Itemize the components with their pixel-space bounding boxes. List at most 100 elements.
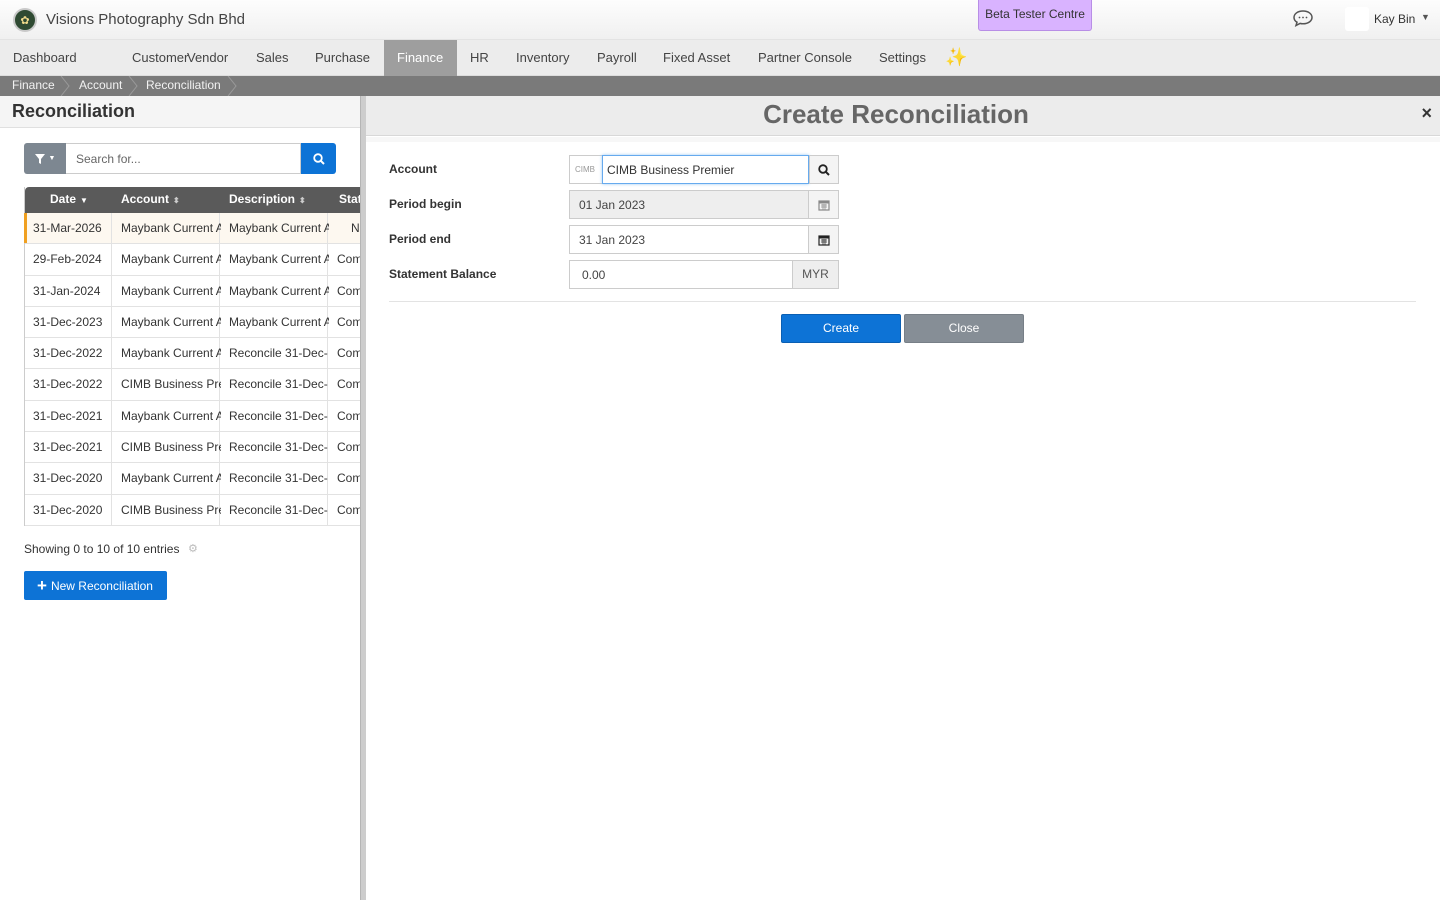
company-logo-icon[interactable]: ✿ [13,8,37,32]
dialog-title: Create Reconciliation [763,99,1029,129]
search-button[interactable] [301,143,336,174]
entries-count: Showing 0 to 10 of 10 entries [24,542,180,556]
create-reconciliation-dialog: Create Reconciliation × Account CIMB Per… [366,96,1440,900]
column-header-description[interactable]: Description ⬍ [229,187,306,213]
cell-description: Reconcile 31-Dec- [229,408,328,423]
close-icon[interactable]: × [1421,103,1432,124]
cell-description: Maybank Current A [229,221,329,235]
sort-desc-icon: ▼ [80,196,88,205]
calendar-icon [817,234,830,246]
gear-icon[interactable]: ⚙ [188,544,198,555]
cell-date: 31-Jan-2024 [33,283,101,298]
new-reconciliation-button[interactable]: + New Reconciliation [24,571,167,600]
cell-account: Maybank Current A [121,346,221,361]
statement-balance-input[interactable] [569,260,793,289]
period-begin-label: Period begin [389,197,462,211]
nav-item-inventory[interactable]: Inventory [503,40,582,76]
nav-item-settings[interactable]: Settings [866,40,939,76]
chevron-down-icon[interactable]: ▼ [1421,12,1430,22]
account-prefix: CIMB [569,155,602,184]
statement-balance-label: Statement Balance [389,267,497,281]
table-row[interactable]: 31-Dec-2022 Maybank Current A Reconcile 31… [25,338,360,370]
table-row[interactable]: 29-Feb-2024 Maybank Current A Maybank Curr… [25,244,360,276]
breadcrumb-account[interactable]: Account [79,76,122,96]
period-end-input[interactable] [569,225,809,254]
breadcrumb-finance[interactable]: Finance [12,76,55,96]
cell-account: Maybank Current A [121,252,221,267]
search-input[interactable] [66,143,301,174]
currency-addon: MYR [793,260,839,289]
breadcrumb-separator-icon [60,76,70,96]
nav-item-hr[interactable]: HR [457,40,502,76]
sort-icon: ⬍ [299,196,306,205]
nav-item-partner-console[interactable]: Partner Console [745,40,865,76]
column-header-account[interactable]: Account ⬍ [121,187,180,213]
nav-item-dashboard[interactable]: Dashboard [0,40,90,76]
nav-item-finance[interactable]: Finance [384,40,457,76]
cell-date: 31-Dec-2022 [33,377,103,392]
form-divider [389,301,1416,302]
cell-account: Maybank Current A [121,314,221,329]
cell-status[interactable]: Com [337,276,360,307]
search-icon [312,152,325,165]
cell-status[interactable]: Com [337,369,360,400]
table-row[interactable]: 31-Dec-2021 Maybank Current A Reconcile 31… [25,400,360,433]
cell-description: Maybank Current A [229,314,329,329]
calendar-icon [817,199,830,211]
nav-item-fixed-asset[interactable]: Fixed Asset [650,40,743,76]
table-row[interactable]: 31-Dec-2023 Maybank Current A Maybank Curr… [25,306,360,339]
cell-description: Reconcile 31-Dec- [229,502,328,517]
nav-item-purchase[interactable]: Purchase [302,40,383,76]
account-input[interactable] [602,155,809,184]
search-icon [818,163,830,176]
cell-status[interactable]: Com [337,495,360,526]
account-search-button[interactable] [809,155,839,184]
cell-status[interactable]: Com [337,432,360,463]
period-begin-input [569,190,809,219]
breadcrumb-reconciliation[interactable]: Reconciliation [146,76,221,96]
cell-date: 31-Dec-2023 [33,314,103,329]
chat-icon[interactable] [1292,9,1314,27]
table-row[interactable]: 31-Dec-2020 Maybank Current A Reconcile 31… [25,463,360,495]
cell-date: 31-Dec-2021 [33,408,103,423]
table-row[interactable]: 31-Jan-2024 Maybank Current A Maybank Curr… [25,275,360,307]
beta-tester-centre-button[interactable]: Beta Tester Centre [978,0,1092,31]
column-header-date[interactable]: Date ▼ [50,187,88,213]
user-avatar[interactable] [1345,7,1369,31]
new-reconciliation-label: New Reconciliation [50,578,153,593]
cell-status[interactable]: Com [337,338,360,369]
column-header-status[interactable]: Stat [339,187,360,213]
cell-date: 29-Feb-2024 [33,252,102,267]
filter-button[interactable]: ▼ [24,143,66,174]
cell-date: 31-Mar-2026 [33,221,102,235]
cell-status[interactable]: Com [337,401,360,432]
cell-account: CIMB Business Pre [121,502,221,517]
cell-description: Reconcile 31-Dec- [229,346,328,361]
user-name[interactable]: Kay Bin [1374,12,1415,26]
table-row[interactable]: 31-Dec-2020 CIMB Business Pre Reconcile 31… [25,494,360,526]
sort-icon: ⬍ [173,196,180,205]
nav-item-payroll[interactable]: Payroll [584,40,650,76]
breadcrumb-separator-icon [128,76,138,96]
plus-icon: + [37,576,47,595]
cell-status[interactable]: Com [337,307,360,338]
cell-account: Maybank Current A [121,408,221,423]
nav-item-sales[interactable]: Sales [243,40,302,76]
cell-status[interactable]: Com [337,463,360,494]
table-row[interactable]: 31-Dec-2022 CIMB Business Pre Reconcile 31… [25,369,360,401]
cell-account: Maybank Current A [121,471,221,486]
nav-item-vendor[interactable]: Vendor [174,40,241,76]
create-button[interactable]: Create [781,314,901,343]
sparkle-icon[interactable]: ✨ [945,47,967,68]
table-row[interactable]: 31-Mar-2026 Maybank Current A Maybank Curr… [24,213,360,245]
period-end-label: Period end [389,232,452,246]
close-button[interactable]: Close [904,314,1024,343]
period-begin-calendar-button [809,190,839,219]
period-end-calendar-button[interactable] [809,225,839,254]
company-name[interactable]: Visions Photography Sdn Bhd [46,11,245,28]
table-row[interactable]: 31-Dec-2021 CIMB Business Pre Reconcile 31… [25,432,360,464]
chevron-down-icon: ▼ [48,155,56,162]
cell-date: 31-Dec-2022 [33,346,103,361]
dialog-header: Create Reconciliation × [366,96,1440,136]
cell-status[interactable]: Com [337,244,360,275]
